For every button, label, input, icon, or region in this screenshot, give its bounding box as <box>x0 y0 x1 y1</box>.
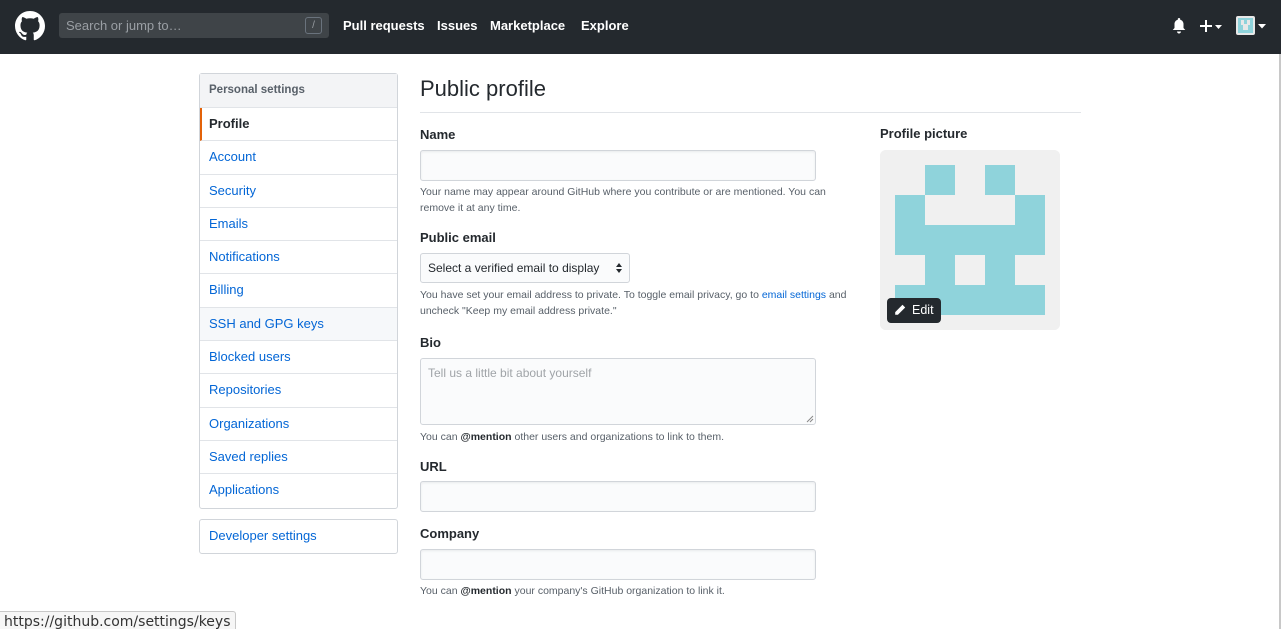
company-mention: @mention <box>460 585 512 597</box>
sidebar-item-security[interactable]: Security <box>200 175 397 208</box>
name-label: Name <box>420 127 456 142</box>
search-shortcut-key: / <box>305 17 322 34</box>
pencil-icon <box>894 304 906 316</box>
company-label: Company <box>420 526 480 541</box>
company-note-text: You can <box>420 585 461 597</box>
search-placeholder: Search or jump to… <box>66 18 182 33</box>
developer-settings-menu: Developer settings <box>199 519 398 554</box>
nav-issues[interactable]: Issues <box>437 18 477 33</box>
sidebar-item-profile[interactable]: Profile <box>200 108 397 142</box>
bio-note-text: You can <box>420 431 461 443</box>
company-note-tail: your company's GitHub organization to li… <box>511 585 725 597</box>
global-header: Search or jump to… / Pull requests Issue… <box>0 0 1281 54</box>
sidebar-item-blocked-users[interactable]: Blocked users <box>200 341 397 375</box>
sidebar-item-saved-replies[interactable]: Saved replies <box>200 441 397 475</box>
bio-placeholder: Tell us a little bit about yourself <box>428 366 592 380</box>
avatar-icon[interactable] <box>1236 16 1272 36</box>
sidebar-heading: Personal settings <box>200 74 397 108</box>
github-logo-icon[interactable] <box>15 11 45 41</box>
bell-icon[interactable] <box>1172 18 1186 34</box>
bio-label: Bio <box>420 335 441 350</box>
edit-avatar-button[interactable]: Edit <box>887 298 941 323</box>
public-email-selected: Select a verified email to display <box>428 261 600 275</box>
settings-sidebar: Personal settings Profile Account Securi… <box>199 73 398 509</box>
sidebar-item-ssh-gpg-keys[interactable]: SSH and GPG keys <box>200 307 397 342</box>
resize-grip-icon[interactable] <box>806 415 814 423</box>
sidebar-item-notifications[interactable]: Notifications <box>200 241 397 275</box>
profile-picture-label: Profile picture <box>880 126 968 141</box>
bio-note: You can @mention other users and organiz… <box>420 429 850 445</box>
select-caret-icon <box>616 263 622 273</box>
title-divider <box>420 112 1081 113</box>
edit-avatar-label: Edit <box>912 303 934 317</box>
plus-icon[interactable] <box>1200 19 1222 33</box>
public-email-note-text: You have set your email address to priva… <box>420 289 762 301</box>
sidebar-item-applications[interactable]: Applications <box>200 474 397 507</box>
nav-marketplace[interactable]: Marketplace <box>490 18 565 33</box>
page-title: Public profile <box>420 76 546 101</box>
bio-mention: @mention <box>460 431 512 443</box>
company-note: You can @mention your company's GitHub o… <box>420 583 850 599</box>
public-email-note: You have set your email address to priva… <box>420 287 850 319</box>
company-field[interactable] <box>420 549 816 580</box>
nav-explore[interactable]: Explore <box>581 18 629 33</box>
sidebar-item-repositories[interactable]: Repositories <box>200 374 397 408</box>
public-email-select[interactable]: Select a verified email to display <box>420 253 630 283</box>
search-input[interactable]: Search or jump to… / <box>59 13 329 38</box>
bio-textarea[interactable]: Tell us a little bit about yourself <box>420 358 816 425</box>
sidebar-item-developer-settings[interactable]: Developer settings <box>200 520 397 553</box>
sidebar-item-organizations[interactable]: Organizations <box>200 408 397 441</box>
sidebar-item-billing[interactable]: Billing <box>200 274 397 308</box>
name-note: Your name may appear around GitHub where… <box>420 186 826 214</box>
nav-pull-requests[interactable]: Pull requests <box>343 18 425 33</box>
sidebar-item-emails[interactable]: Emails <box>200 208 397 242</box>
sidebar-item-account[interactable]: Account <box>200 141 397 175</box>
url-field[interactable] <box>420 481 816 512</box>
url-label: URL <box>420 459 447 474</box>
link-status-bar: https://github.com/settings/keys <box>0 611 236 629</box>
bio-note-tail: other users and organizations to link to… <box>511 431 725 443</box>
email-settings-link[interactable]: email settings <box>762 289 826 301</box>
public-email-label: Public email <box>420 230 496 245</box>
name-field[interactable] <box>420 150 816 181</box>
